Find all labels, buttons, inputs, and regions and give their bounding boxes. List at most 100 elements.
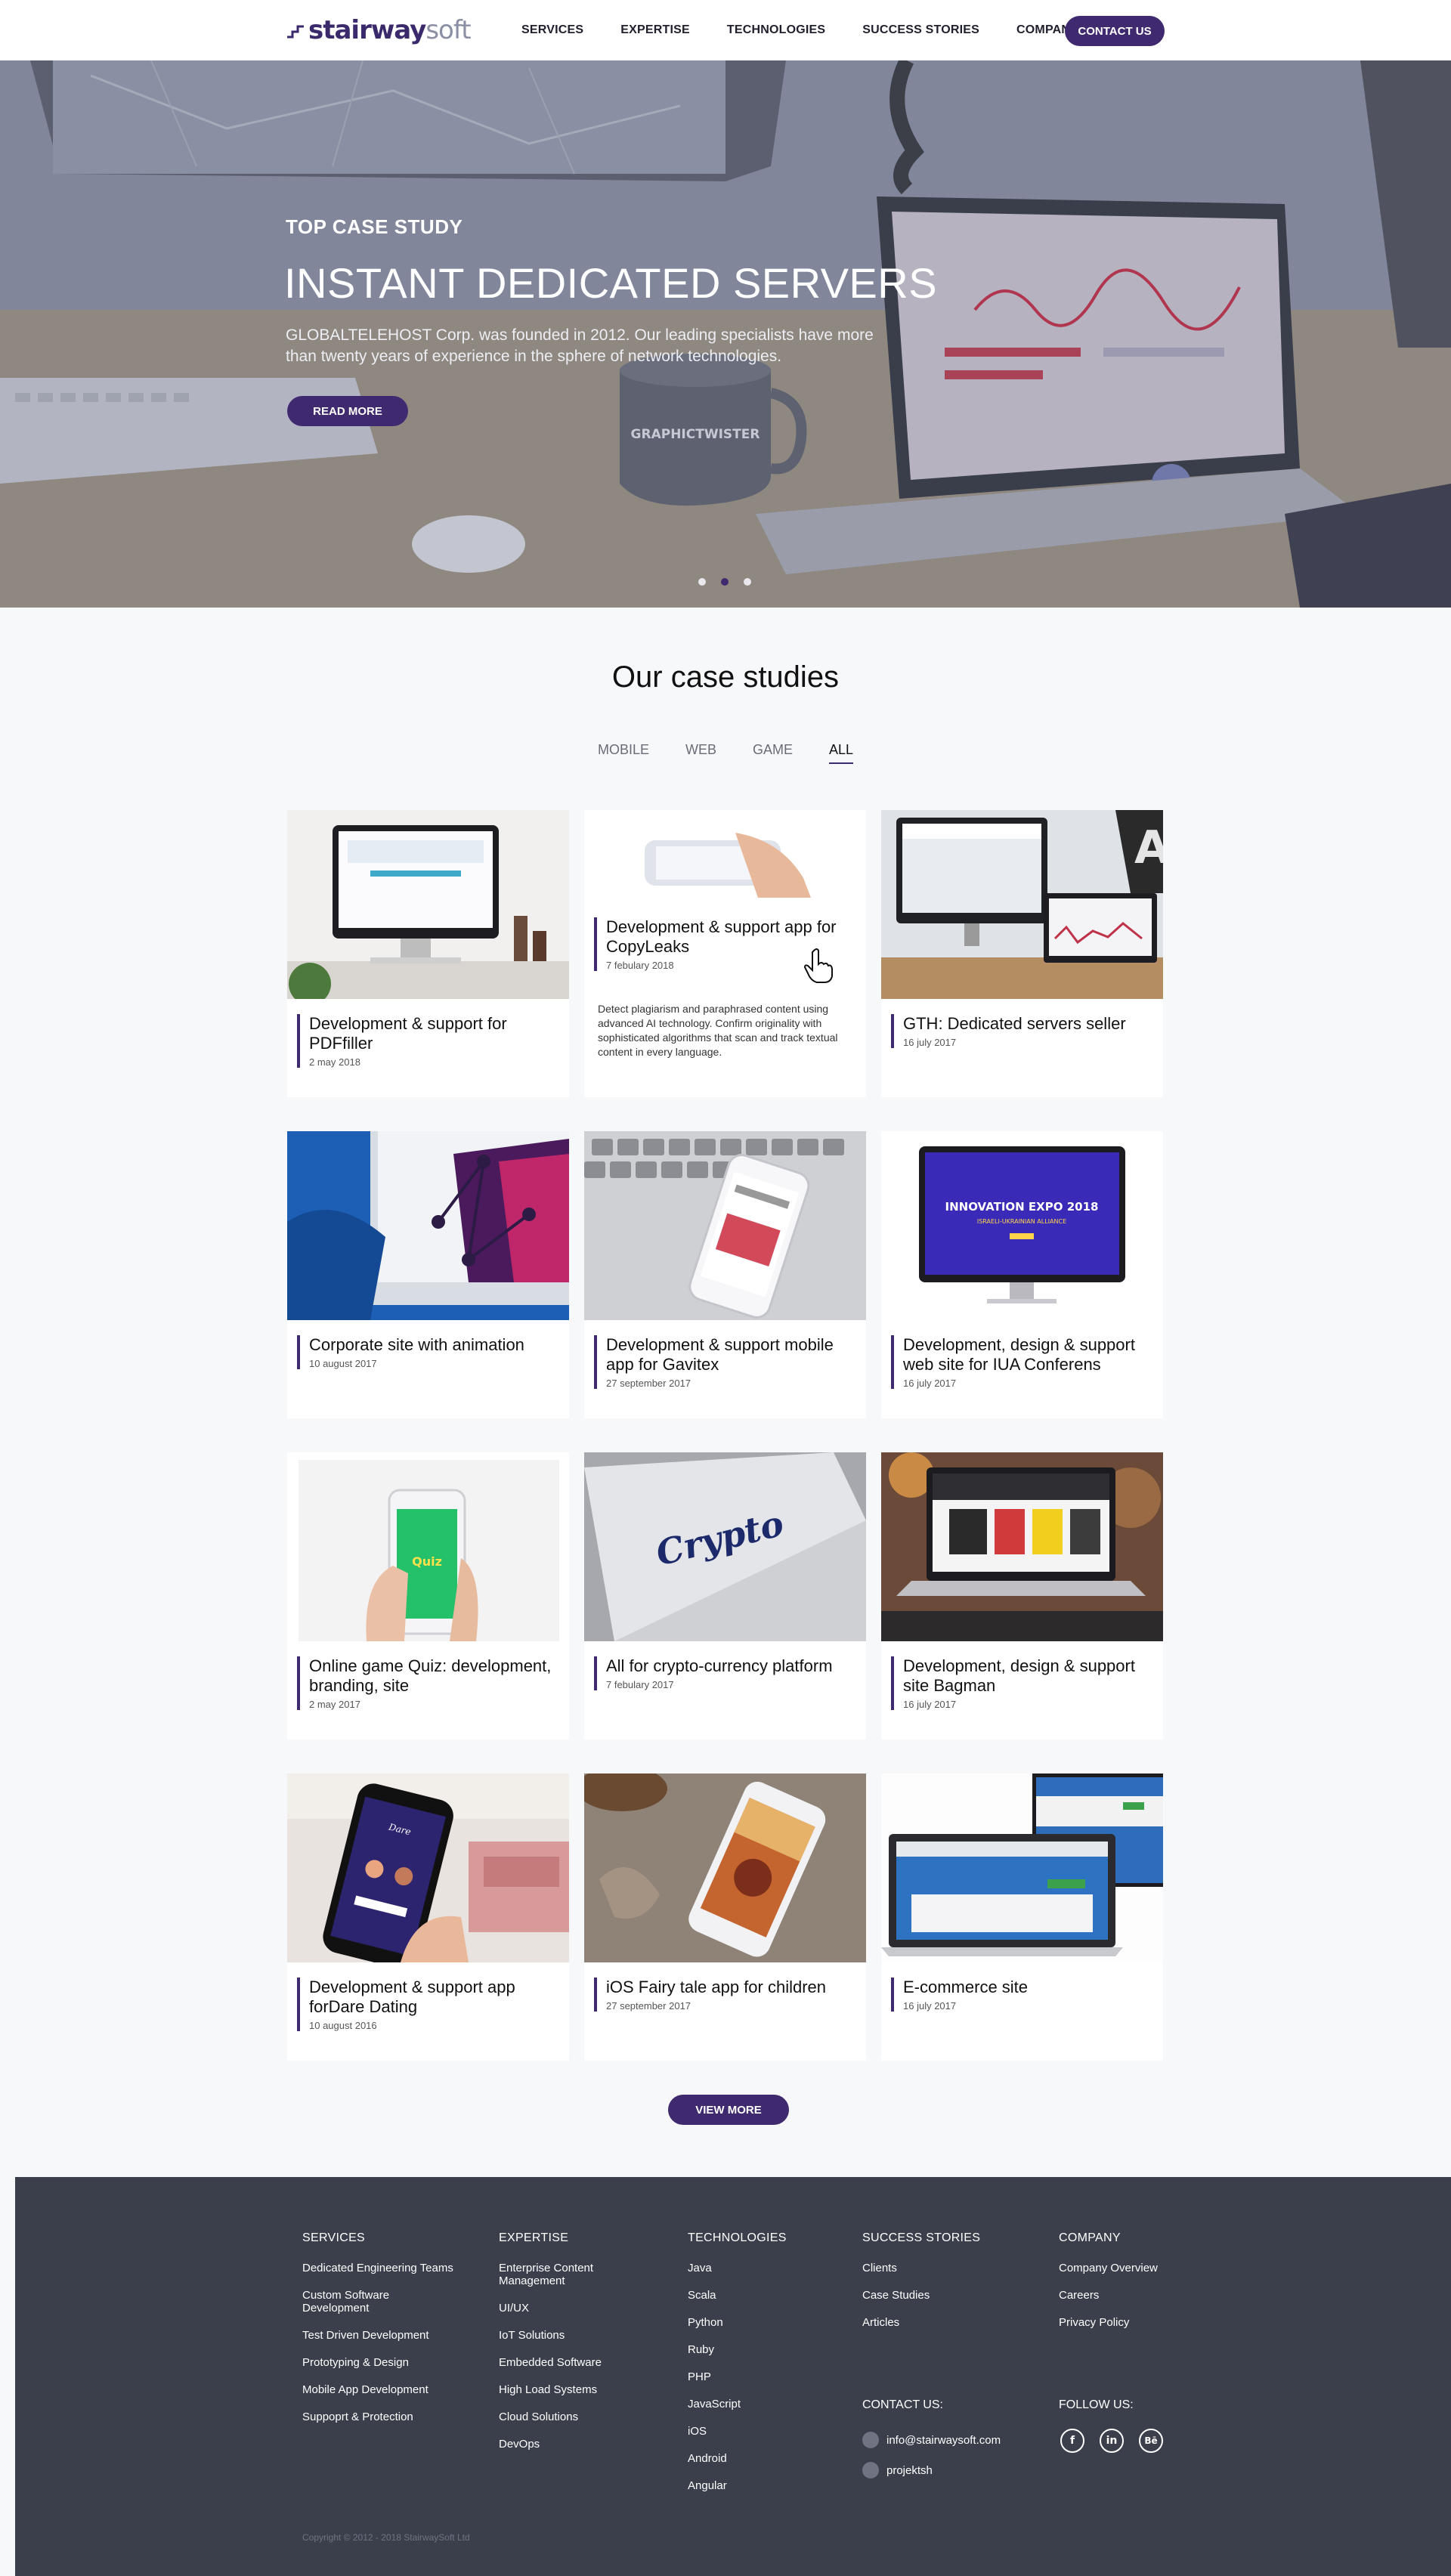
case-caption: Development & support mobile app for Gav… <box>594 1335 854 1389</box>
case-thumbnail <box>881 1774 1163 1962</box>
case-title: Development & support for PDFfiller <box>309 1014 507 1053</box>
nav-technologies[interactable]: TECHNOLOGIES <box>727 23 825 37</box>
stairs-logo-icon <box>287 25 304 39</box>
case-title: Development & support app forDare Dating <box>309 1978 515 2016</box>
footer-link[interactable]: Angular <box>688 2479 816 2492</box>
case-card[interactable]: Corporate site with animation 10 august … <box>287 1131 569 1418</box>
case-card[interactable]: A GTH: Dedicated servers seller 16 july … <box>881 810 1163 1097</box>
case-date: 16 july 2017 <box>903 1037 957 1048</box>
filter-all[interactable]: ALL <box>829 742 854 764</box>
footer-link[interactable]: Privacy Policy <box>1059 2316 1210 2329</box>
footer-link[interactable]: PHP <box>688 2370 816 2383</box>
filter-game[interactable]: GAME <box>753 742 793 764</box>
footer-link[interactable]: Prototyping & Design <box>302 2356 453 2369</box>
nav-services[interactable]: SERVICES <box>521 23 583 37</box>
logo-text-strong: stairway <box>308 15 426 45</box>
footer-link[interactable]: Suppoprt & Protection <box>302 2411 453 2423</box>
footer-company-heading: COMPANY <box>1059 2231 1121 2244</box>
case-thumbnail: Crypto <box>584 1452 866 1641</box>
case-card[interactable]: iOS Fairy tale app for children 27 septe… <box>584 1774 866 2061</box>
footer-link[interactable]: Java <box>688 2262 816 2274</box>
case-date: 10 august 2016 <box>309 2020 377 2031</box>
logo-text-light: soft <box>425 15 471 45</box>
case-card[interactable]: Crypto All for crypto-currency platform … <box>584 1452 866 1739</box>
main-nav: SERVICES EXPERTISE TECHNOLOGIES SUCCESS … <box>521 0 1115 60</box>
case-card[interactable]: INNOVATION EXPO 2018 ISRAELI-UKRAINIAN A… <box>881 1131 1163 1418</box>
case-thumbnail: INNOVATION EXPO 2018 ISRAELI-UKRAINIAN A… <box>881 1131 1163 1320</box>
footer-link[interactable]: UI/UX <box>499 2302 642 2315</box>
logo[interactable]: stairwaysoft <box>286 14 472 47</box>
hero-title: INSTANT DEDICATED SERVERS <box>284 259 938 307</box>
filter-web[interactable]: WEB <box>685 742 716 764</box>
slider-dot-3[interactable] <box>744 578 751 586</box>
footer-link[interactable]: Case Studies <box>862 2289 1029 2302</box>
case-thumbnail: Dare <box>287 1774 569 1962</box>
footer-link[interactable]: Python <box>688 2316 816 2329</box>
footer-technologies-heading: TECHNOLOGIES <box>688 2231 787 2244</box>
contact-us-button[interactable]: CONTACT US <box>1065 16 1165 46</box>
slider-dot-1[interactable] <box>698 578 706 586</box>
footer-skype-text: projektsh <box>886 2463 933 2477</box>
footer-link[interactable]: Clients <box>862 2262 1029 2274</box>
footer-contact-heading: CONTACT US: <box>862 2398 943 2411</box>
case-thumbnail: Quiz <box>287 1452 569 1641</box>
case-caption: Development & support for PDFfiller 2 ma… <box>297 1014 557 1068</box>
case-thumbnail <box>881 1452 1163 1641</box>
case-card[interactable]: E-commerce site 16 july 2017 <box>881 1774 1163 2061</box>
footer-link[interactable]: Mobile App Development <box>302 2383 453 2396</box>
case-caption: GTH: Dedicated servers seller 16 july 20… <box>891 1014 1151 1048</box>
svg-text:Quiz: Quiz <box>412 1554 442 1569</box>
case-card[interactable]: Development & support app for CopyLeaks … <box>584 810 866 1097</box>
case-thumbnail <box>287 1131 569 1320</box>
case-caption: Development, design & support web site f… <box>891 1335 1151 1389</box>
case-date: 27 september 2017 <box>606 2000 691 2012</box>
footer-link[interactable]: Android <box>688 2452 816 2465</box>
footer-link[interactable]: Embedded Software <box>499 2356 642 2369</box>
footer-link[interactable]: iOS <box>688 2425 816 2438</box>
case-date: 2 may 2018 <box>309 1056 360 1068</box>
case-card[interactable]: Dare Development & support app forDare D… <box>287 1774 569 2061</box>
case-title: iOS Fairy tale app for children <box>606 1978 827 1996</box>
footer-link[interactable]: Company Overview <box>1059 2262 1210 2274</box>
footer-link[interactable]: Careers <box>1059 2289 1210 2302</box>
case-card[interactable]: Development & support for PDFfiller 2 ma… <box>287 810 569 1097</box>
hero-banner: GRAPHICTWISTER TOP CASE STUDY INSTANT DE… <box>0 60 1451 608</box>
case-thumbnail <box>287 810 569 999</box>
case-date: 16 july 2017 <box>903 1378 957 1389</box>
footer-link[interactable]: Articles <box>862 2316 1029 2329</box>
facebook-icon[interactable]: f <box>1060 2429 1084 2453</box>
case-caption: iOS Fairy tale app for children 27 septe… <box>594 1978 854 2012</box>
linkedin-icon[interactable]: in <box>1100 2429 1124 2453</box>
case-title: Development & support mobile app for Gav… <box>606 1335 834 1374</box>
case-card[interactable]: Development, design & support site Bagma… <box>881 1452 1163 1739</box>
behance-icon[interactable]: Bē <box>1139 2429 1163 2453</box>
footer-link[interactable]: High Load Systems <box>499 2383 642 2396</box>
read-more-button[interactable]: READ MORE <box>287 396 408 426</box>
case-card[interactable]: Quiz Online game Quiz: development, bran… <box>287 1452 569 1739</box>
case-date: 27 september 2017 <box>606 1378 691 1389</box>
case-date: 16 july 2017 <box>903 2000 957 2012</box>
case-caption: Online game Quiz: development, branding,… <box>297 1656 557 1710</box>
footer-link[interactable]: IoT Solutions <box>499 2329 642 2342</box>
footer-skype[interactable]: projektsh <box>862 2462 933 2479</box>
footer-link[interactable]: Cloud Solutions <box>499 2411 642 2423</box>
case-title: Corporate site with animation <box>309 1335 524 1354</box>
footer-link[interactable]: Scala <box>688 2289 816 2302</box>
view-more-button[interactable]: VIEW MORE <box>668 2095 789 2125</box>
filter-mobile[interactable]: MOBILE <box>598 742 649 764</box>
nav-expertise[interactable]: EXPERTISE <box>620 23 690 37</box>
footer-link[interactable]: DevOps <box>499 2438 642 2451</box>
nav-success-stories[interactable]: SUCCESS STORIES <box>862 23 979 37</box>
site-header: stairwaysoft SERVICES EXPERTISE TECHNOLO… <box>0 0 1451 60</box>
footer-link[interactable]: Custom Software Development <box>302 2289 453 2315</box>
case-card[interactable]: Development & support mobile app for Gav… <box>584 1131 866 1418</box>
footer-link[interactable]: Ruby <box>688 2343 816 2356</box>
mail-icon <box>862 2432 879 2448</box>
footer-link[interactable]: Dedicated Engineering Teams <box>302 2262 453 2274</box>
case-title: GTH: Dedicated servers seller <box>903 1014 1126 1033</box>
footer-link[interactable]: Test Driven Development <box>302 2329 453 2342</box>
footer-email[interactable]: info@stairwaysoft.com <box>862 2432 1001 2448</box>
footer-link[interactable]: JavaScript <box>688 2398 816 2411</box>
footer-link[interactable]: Enterprise Content Management <box>499 2262 642 2287</box>
slider-dot-2[interactable] <box>721 578 729 586</box>
